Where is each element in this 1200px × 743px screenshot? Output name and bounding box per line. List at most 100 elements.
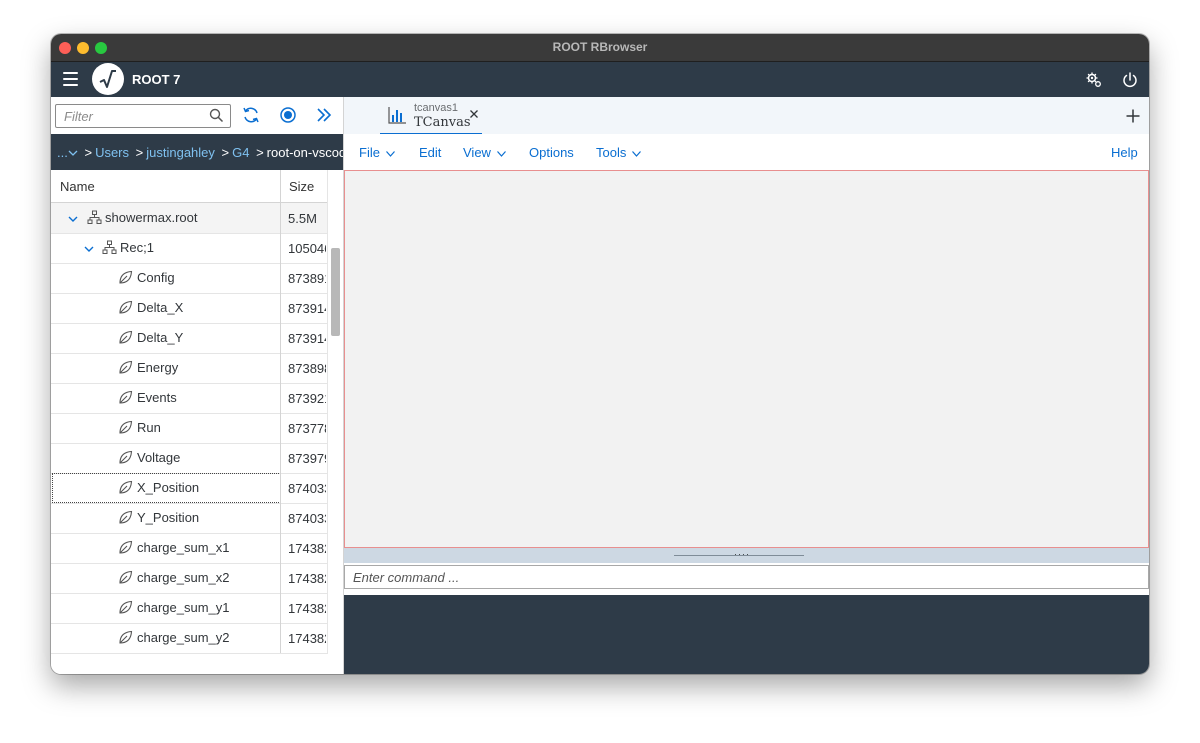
rbrowser-window: ROOT RBrowser ROOT 7 Filter ... > Users … [51,34,1149,674]
chevron-down-icon[interactable] [84,242,94,252]
menu-edit[interactable]: Edit [419,145,441,160]
row-name: X_Position [137,480,200,495]
table-row[interactable]: charge_sum_y1 174382 [51,593,327,624]
add-tab-icon[interactable] [1126,109,1140,123]
menu-tools[interactable]: Tools [596,145,642,160]
search-icon[interactable] [209,108,224,123]
console-output [344,595,1149,674]
menu-edit-label: Edit [419,145,442,160]
chevron-down-icon[interactable] [68,145,78,160]
row-name: charge_sum_x2 [137,570,230,585]
horizontal-splitter[interactable]: ···· [344,548,1149,563]
row-name: Delta_X [137,300,184,315]
leaf-icon [118,600,133,615]
row-name: Y_Position [137,510,200,525]
chevron-down-icon[interactable] [68,212,78,222]
row-name: Events [137,390,177,405]
table-header: Name Size [51,170,327,203]
tab-bar: tcanvas1 TCanvas [344,97,1149,135]
table-row[interactable]: X_Position 874033 [51,473,327,504]
leaf-icon [118,480,133,495]
leaf-icon [118,420,133,435]
menu-view[interactable]: View [463,145,506,160]
breadcrumb-item-users[interactable]: Users [95,145,129,160]
row-size: 873979 [288,451,326,466]
row-size: 874033 [288,511,326,526]
breadcrumb: ... > Users > justingahley > G4 > root-on-vs… [51,134,343,170]
leaf-icon [118,330,133,345]
row-size: 174382 [288,541,326,556]
leaf-icon [118,570,133,585]
breadcrumb-separator: > [221,145,230,160]
row-name: charge_sum_x1 [137,540,230,555]
refresh-icon[interactable] [241,105,261,125]
breadcrumb-item-g4[interactable]: G4 [232,145,249,160]
browser-panel: Filter ... > Users > justingahley > G4 >… [51,97,344,674]
table-row[interactable]: charge_sum_x2 174382 [51,563,327,594]
hierarchy-icon [87,210,102,225]
breadcrumb-ellipsis[interactable]: ... [57,145,68,160]
table-row[interactable]: Delta_X 873914 [51,293,327,324]
command-input[interactable]: Enter command ... [344,565,1149,589]
tab-title: TCanvas [414,115,471,130]
leaf-icon [118,360,133,375]
menu-help[interactable]: Help [1111,145,1138,160]
row-size: 5.5M [288,211,317,226]
close-icon[interactable] [469,106,479,118]
row-name: Delta_Y [137,330,184,345]
row-size: 174382 [288,631,326,646]
leaf-icon [118,450,133,465]
row-size: 873914 [288,331,326,346]
settings-icon[interactable] [1085,71,1103,89]
breadcrumb-item-justingahley[interactable]: justingahley [146,145,215,160]
leaf-icon [118,270,133,285]
row-size: 105046 [288,241,326,256]
power-icon[interactable] [1121,71,1139,89]
tree-scrollbar[interactable] [327,170,344,654]
menu-options[interactable]: Options [529,145,574,160]
table-row[interactable]: Delta_Y 873914 [51,323,327,354]
browser-toolbar: Filter [51,97,343,134]
menu-file[interactable]: File [359,145,395,160]
double-chevron-right-icon[interactable] [314,105,334,125]
table-row[interactable]: Rec;1 105046 [51,233,327,264]
record-icon[interactable] [278,105,298,125]
menu-view-label: View [463,145,491,160]
canvas-menu-bar: File Edit View Options Tools Help [344,134,1149,171]
table-row[interactable]: Config 873891 [51,263,327,294]
window-title: ROOT RBrowser [552,40,648,54]
row-size: 873778 [288,421,326,436]
scrollbar-thumb[interactable] [331,248,340,336]
title-bar: ROOT RBrowser [51,34,1149,62]
column-header-name[interactable]: Name [60,179,95,194]
table-row[interactable]: Y_Position 874033 [51,503,327,534]
table-row[interactable]: Run 873778 [51,413,327,444]
row-size: 874033 [288,481,326,496]
row-size: 873891 [288,271,326,286]
breadcrumb-separator: > [84,145,93,160]
breadcrumb-separator: > [135,145,144,160]
table-row[interactable]: Energy 873898 [51,353,327,384]
splitter-handle[interactable]: ···· [732,549,752,559]
table-row[interactable]: charge_sum_y2 174382 [51,623,327,654]
row-size: 873898 [288,361,326,376]
menu-tools-label: Tools [596,145,627,160]
tab-tcanvas1[interactable]: tcanvas1 TCanvas [380,101,482,135]
leaf-icon [118,540,133,555]
row-size: 174382 [288,601,326,616]
column-header-size[interactable]: Size [289,179,314,194]
row-name: charge_sum_y2 [137,630,230,645]
table-row[interactable]: showermax.root 5.5M [51,203,327,234]
menu-file-label: File [359,145,380,160]
row-size: 873921 [288,391,326,406]
table-row[interactable]: charge_sum_x1 174382 [51,533,327,564]
hierarchy-icon [102,240,117,255]
table-row[interactable]: Voltage 873979 [51,443,327,474]
row-name: Run [137,420,161,435]
table-row[interactable]: Events 873921 [51,383,327,414]
bar-chart-icon [387,105,407,125]
tcanvas-drawing-area[interactable] [344,170,1149,548]
filter-placeholder: Filter [64,109,93,124]
menu-icon[interactable] [63,72,78,86]
filter-input[interactable]: Filter [55,104,231,128]
